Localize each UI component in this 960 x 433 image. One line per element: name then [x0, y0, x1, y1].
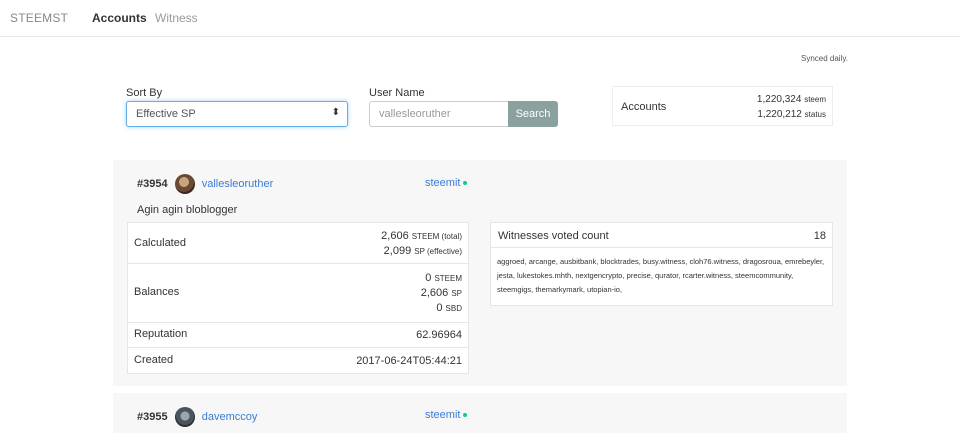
account-header: #3955 davemccoy [137, 407, 257, 427]
account-username-link[interactable]: davemccoy [202, 411, 258, 423]
tab-witness[interactable]: Witness [155, 11, 198, 25]
witness-list: aggroed, arcange, ausbitbank, blocktrade… [497, 257, 825, 294]
divider [491, 247, 832, 248]
accounts-stats-label: Accounts [621, 101, 667, 113]
username-label: User Name [369, 87, 425, 99]
sort-by-select[interactable]: Effective SP ⬍ [126, 101, 348, 127]
tab-accounts[interactable]: Accounts [92, 11, 147, 25]
account-card: #3955 davemccoy steemit [113, 393, 847, 433]
steemit-link[interactable]: steemit [425, 409, 468, 421]
witness-count: 18 [813, 230, 826, 242]
witness-title: Witnesses voted count [498, 230, 609, 242]
search-button[interactable]: Search [508, 101, 558, 127]
witness-panel: Witnesses voted count 18 aggroed, arcang… [490, 222, 833, 306]
top-navbar: STEEMST Accounts Witness [0, 0, 960, 37]
table-row: Reputation 62.96964 [128, 323, 468, 348]
account-rank: #3954 [137, 177, 168, 190]
account-username-link[interactable]: vallesleoruther [202, 178, 274, 190]
status-dot-icon [463, 181, 468, 186]
synced-note: Synced daily. [801, 54, 848, 63]
table-row: Balances 0 STEEM 2,606 SP 0 SBD [128, 264, 468, 323]
account-header: #3954 vallesleoruther [137, 174, 273, 194]
account-about: Agin agin bloblogger [137, 204, 238, 216]
avatar[interactable] [174, 407, 195, 427]
sort-by-value: Effective SP [136, 108, 196, 120]
steem-count: 1,220,324 steem [756, 94, 826, 105]
table-row: Created 2017-06-24T05:44:21 [134, 354, 462, 367]
account-details-table: Calculated 2,606 STEEM (total) 2,099 SP … [127, 222, 469, 374]
sort-by-label: Sort By [126, 87, 163, 99]
table-row: Calculated 2,606 STEEM (total) 2,099 SP … [128, 223, 468, 264]
account-rank: #3955 [137, 410, 168, 423]
steemit-link[interactable]: steemit [425, 177, 468, 189]
status-count: 1,220,212 status [757, 109, 826, 120]
account-card: #3954 vallesleoruther steemit Agin agin … [113, 160, 847, 386]
brand-logo[interactable]: STEEMST [10, 11, 68, 25]
select-arrows-icon: ⬍ [331, 107, 340, 118]
status-dot-icon [463, 413, 468, 418]
avatar[interactable] [174, 174, 195, 194]
accounts-stats-box: Accounts 1,220,324 steem 1,220,212 statu… [612, 86, 833, 126]
username-input[interactable]: vallesleoruther [369, 101, 509, 127]
